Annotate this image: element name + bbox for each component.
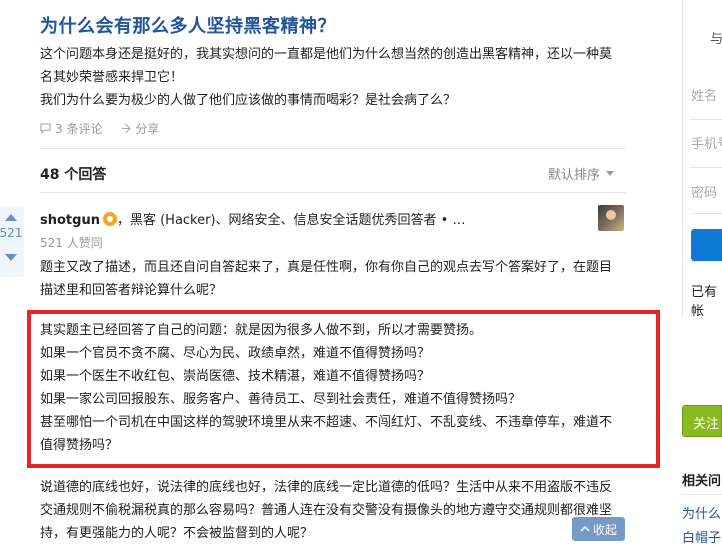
badge-icon (102, 212, 117, 226)
author-info: shotgun ，黑客 (Hacker)、网络安全、信息安全话题优秀回答者 • … (40, 209, 465, 228)
divider (682, 494, 722, 495)
downvote-icon[interactable] (5, 254, 17, 261)
answer-count: 48 个回答 (40, 167, 107, 183)
chevron-up-icon (580, 525, 590, 532)
sidebar: 与 姓名 手机号 密码 已有帐 关注 相关问 为什么 白帽子 (682, 0, 722, 548)
collapse-label: 收起 (593, 522, 618, 537)
divider (40, 192, 626, 193)
related-question-link[interactable]: 白帽子 (682, 527, 721, 546)
question-description-line: 我们为什么要为极少的人做了他们应该做的事情而喝彩？是社会病了么？ (40, 93, 457, 108)
avatar[interactable] (598, 205, 624, 231)
chevron-down-icon (606, 171, 615, 176)
answer-line: 描述里和回答者辩论算什么呢？ (40, 283, 223, 298)
highlight-box (27, 310, 660, 468)
answer-line: 说道德的底线也好，说法律的底线也好，法律的底线一定比道德的低吗？生活中从来不用盗… (40, 480, 613, 495)
divider (691, 167, 722, 168)
question-actions: 3 条评论 分享 (40, 120, 159, 137)
sort-dropdown[interactable]: 默认排序 (548, 164, 615, 183)
follow-button[interactable]: 关注 (682, 405, 722, 437)
divider (691, 119, 722, 120)
comments-button[interactable]: 3 条评论 (40, 120, 102, 137)
votes-text[interactable]: 521 人赞同 (40, 234, 103, 251)
share-label: 分享 (135, 122, 160, 136)
signup-card: 与 姓名 手机号 密码 已有帐 (682, 0, 722, 319)
question-description-line: 这个问题本身还是挺好的，我其实想问的一直都是他们为什么想当然的创造出黑客精神，还… (40, 47, 613, 62)
divider (691, 213, 722, 214)
password-field[interactable]: 密码 (691, 182, 722, 201)
related-question-link[interactable]: 为什么 (682, 503, 721, 522)
name-field[interactable]: 姓名 (691, 85, 722, 104)
divider (40, 148, 626, 149)
answer-paragraph: 说道德的底线也好，说法律的底线也好，法律的底线一定比道德的低吗？生活中从来不用盗… (40, 476, 626, 545)
comments-label: 3 条评论 (55, 122, 103, 136)
answer-line: 持，有更强能力的人呢？不会被监督到的人呢？ (40, 526, 314, 541)
share-icon (122, 123, 132, 134)
phone-field[interactable]: 手机号 (691, 133, 722, 152)
answer-line: 交通规则不偷税漏税真的那么容易吗？普通人连在没有交警没有摄像头的地方遵守交通规则… (40, 503, 613, 518)
signup-heading: 与 (710, 32, 722, 47)
answer-paragraph: 题主又改了描述，而且还自问自答起来了，真是任性啊，你有你自己的观点去写个答案好了… (40, 256, 626, 302)
sort-label: 默认排序 (548, 168, 601, 183)
register-button[interactable] (691, 229, 722, 261)
upvote-icon[interactable] (5, 214, 17, 221)
collapse-button[interactable]: 收起 (572, 517, 626, 541)
vote-widget: 521 (0, 208, 22, 261)
share-button[interactable]: 分享 (120, 120, 159, 137)
question-description-line: 名其妙荣誉感来捍卫它！ (40, 70, 184, 85)
login-link[interactable]: 已有帐 (691, 281, 722, 319)
related-questions-title: 相关问 (682, 474, 722, 489)
answer-line: 题主又改了描述，而且还自问自答起来了，真是任性啊，你有你自己的观点去写个答案好了… (40, 260, 613, 275)
author-bio: ，黑客 (Hacker)、网络安全、信息安全话题优秀回答者 • … (116, 213, 466, 228)
vote-count: 521 (0, 226, 23, 240)
comment-icon (40, 123, 51, 134)
question-description: 这个问题本身还是挺好的，我其实想问的一直都是他们为什么想当然的创造出黑客精神，还… (40, 43, 640, 112)
author-name[interactable]: shotgun (40, 213, 100, 228)
question-title[interactable]: 为什么会有那么多人坚持黑客精神？ (40, 12, 336, 38)
